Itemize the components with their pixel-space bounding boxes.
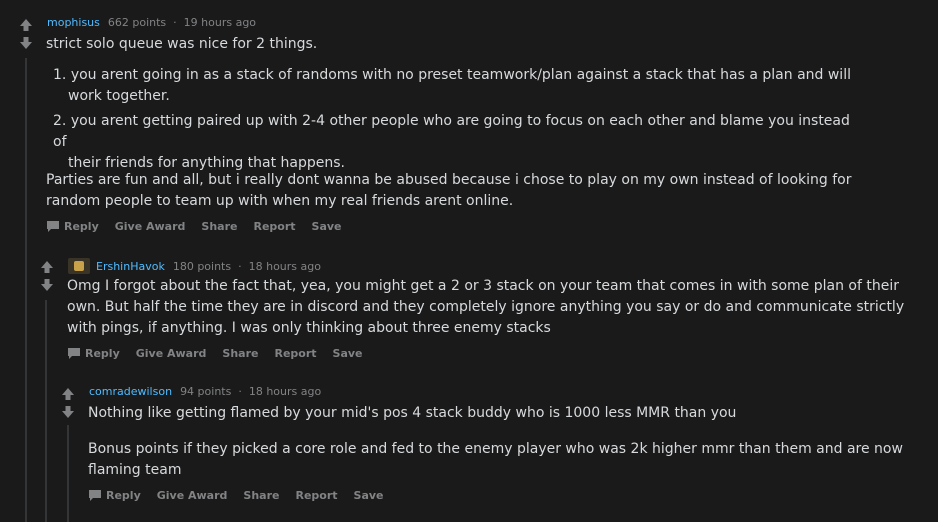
reply-label: Reply <box>85 347 120 360</box>
reply-button[interactable]: Reply <box>46 220 99 233</box>
share-button[interactable]: Share <box>201 220 237 233</box>
thread-line-1[interactable] <box>25 58 27 522</box>
comment-body-3-line1: Nothing like getting flamed by your mid'… <box>88 405 737 421</box>
avatar-image-icon <box>74 261 84 271</box>
comment-actions-3: Reply Give Award Share Report Save <box>88 489 400 502</box>
give-award-button[interactable]: Give Award <box>157 489 228 502</box>
comment-meta-3: comradewilson 94 points · 18 hours ago <box>89 385 321 398</box>
comment-body-intro: strict solo queue was nice for 2 things. <box>46 36 318 52</box>
paragraph-line: Parties are fun and all, but i really do… <box>46 172 852 188</box>
body-line: own. But half the time they are in disco… <box>67 299 905 315</box>
reply-label: Reply <box>64 220 99 233</box>
body-line: Bonus points if they picked a core role … <box>88 441 903 457</box>
upvote-arrow-icon[interactable] <box>39 259 55 275</box>
body-line: Omg I forgot about the fact that, yea, y… <box>67 278 899 294</box>
timestamp[interactable]: 19 hours ago <box>184 16 256 29</box>
reply-icon <box>89 490 101 501</box>
save-button[interactable]: Save <box>333 347 363 360</box>
save-button[interactable]: Save <box>312 220 342 233</box>
separator-dot: · <box>238 385 242 398</box>
downvote-arrow-icon[interactable] <box>60 404 76 420</box>
list-text-line2: work together. <box>68 88 170 104</box>
share-button[interactable]: Share <box>222 347 258 360</box>
comment-body-3-paragraph: Bonus points if they picked a core role … <box>88 439 928 481</box>
list-number: 2. <box>53 113 67 129</box>
username[interactable]: ErshinHavok <box>96 260 165 273</box>
score: 180 points <box>172 259 232 273</box>
list-number: 1. <box>53 67 67 83</box>
thread-line-3[interactable] <box>67 425 69 522</box>
comment-body-2: Omg I forgot about the fact that, yea, y… <box>67 276 927 339</box>
comment-actions-1: Reply Give Award Share Report Save <box>46 220 358 233</box>
downvote-arrow-icon[interactable] <box>18 35 34 51</box>
vote-column-3 <box>60 386 80 420</box>
give-award-button[interactable]: Give Award <box>136 347 207 360</box>
save-button[interactable]: Save <box>354 489 384 502</box>
comment-meta-1: mophisus 662 points · 19 hours ago <box>47 16 256 29</box>
body-line: flaming team <box>88 462 182 478</box>
score: 662 points <box>107 16 167 29</box>
reply-icon <box>68 348 80 359</box>
paragraph-line: random people to team up with when my re… <box>46 193 514 209</box>
body-line: with pings, if anything. I was only thin… <box>67 320 551 336</box>
vote-column-2 <box>39 259 59 293</box>
upvote-arrow-icon[interactable] <box>60 386 76 402</box>
report-button[interactable]: Report <box>295 489 337 502</box>
vote-column-1 <box>18 17 38 51</box>
reply-button[interactable]: Reply <box>67 347 120 360</box>
report-button[interactable]: Report <box>274 347 316 360</box>
comment-actions-2: Reply Give Award Share Report Save <box>67 347 379 360</box>
downvote-arrow-icon[interactable] <box>39 277 55 293</box>
report-button[interactable]: Report <box>253 220 295 233</box>
reply-label: Reply <box>106 489 141 502</box>
timestamp[interactable]: 18 hours ago <box>249 260 321 273</box>
list-text-line1: you arent getting paired up with 2-4 oth… <box>53 113 850 150</box>
give-award-button[interactable]: Give Award <box>115 220 186 233</box>
separator-dot: · <box>173 16 177 29</box>
avatar[interactable] <box>68 258 90 274</box>
comment-paragraph: Parties are fun and all, but i really do… <box>46 170 906 212</box>
share-button[interactable]: Share <box>243 489 279 502</box>
reply-icon <box>47 221 59 232</box>
comment-list-item-2: 2. you arent getting paired up with 2-4 … <box>53 111 853 174</box>
timestamp[interactable]: 18 hours ago <box>249 385 321 398</box>
reply-button[interactable]: Reply <box>88 489 141 502</box>
comment-meta-2: ErshinHavok 180 points · 18 hours ago <box>68 258 321 274</box>
username[interactable]: comradewilson <box>89 385 172 398</box>
comment-list-item-1: 1. you arent going in as a stack of rand… <box>53 65 853 107</box>
thread-line-2[interactable] <box>45 300 47 522</box>
upvote-arrow-icon[interactable] <box>18 17 34 33</box>
username[interactable]: mophisus <box>47 16 100 29</box>
list-text-line1: you arent going in as a stack of randoms… <box>70 67 851 83</box>
score: 94 points <box>180 385 232 398</box>
separator-dot: · <box>238 259 242 273</box>
